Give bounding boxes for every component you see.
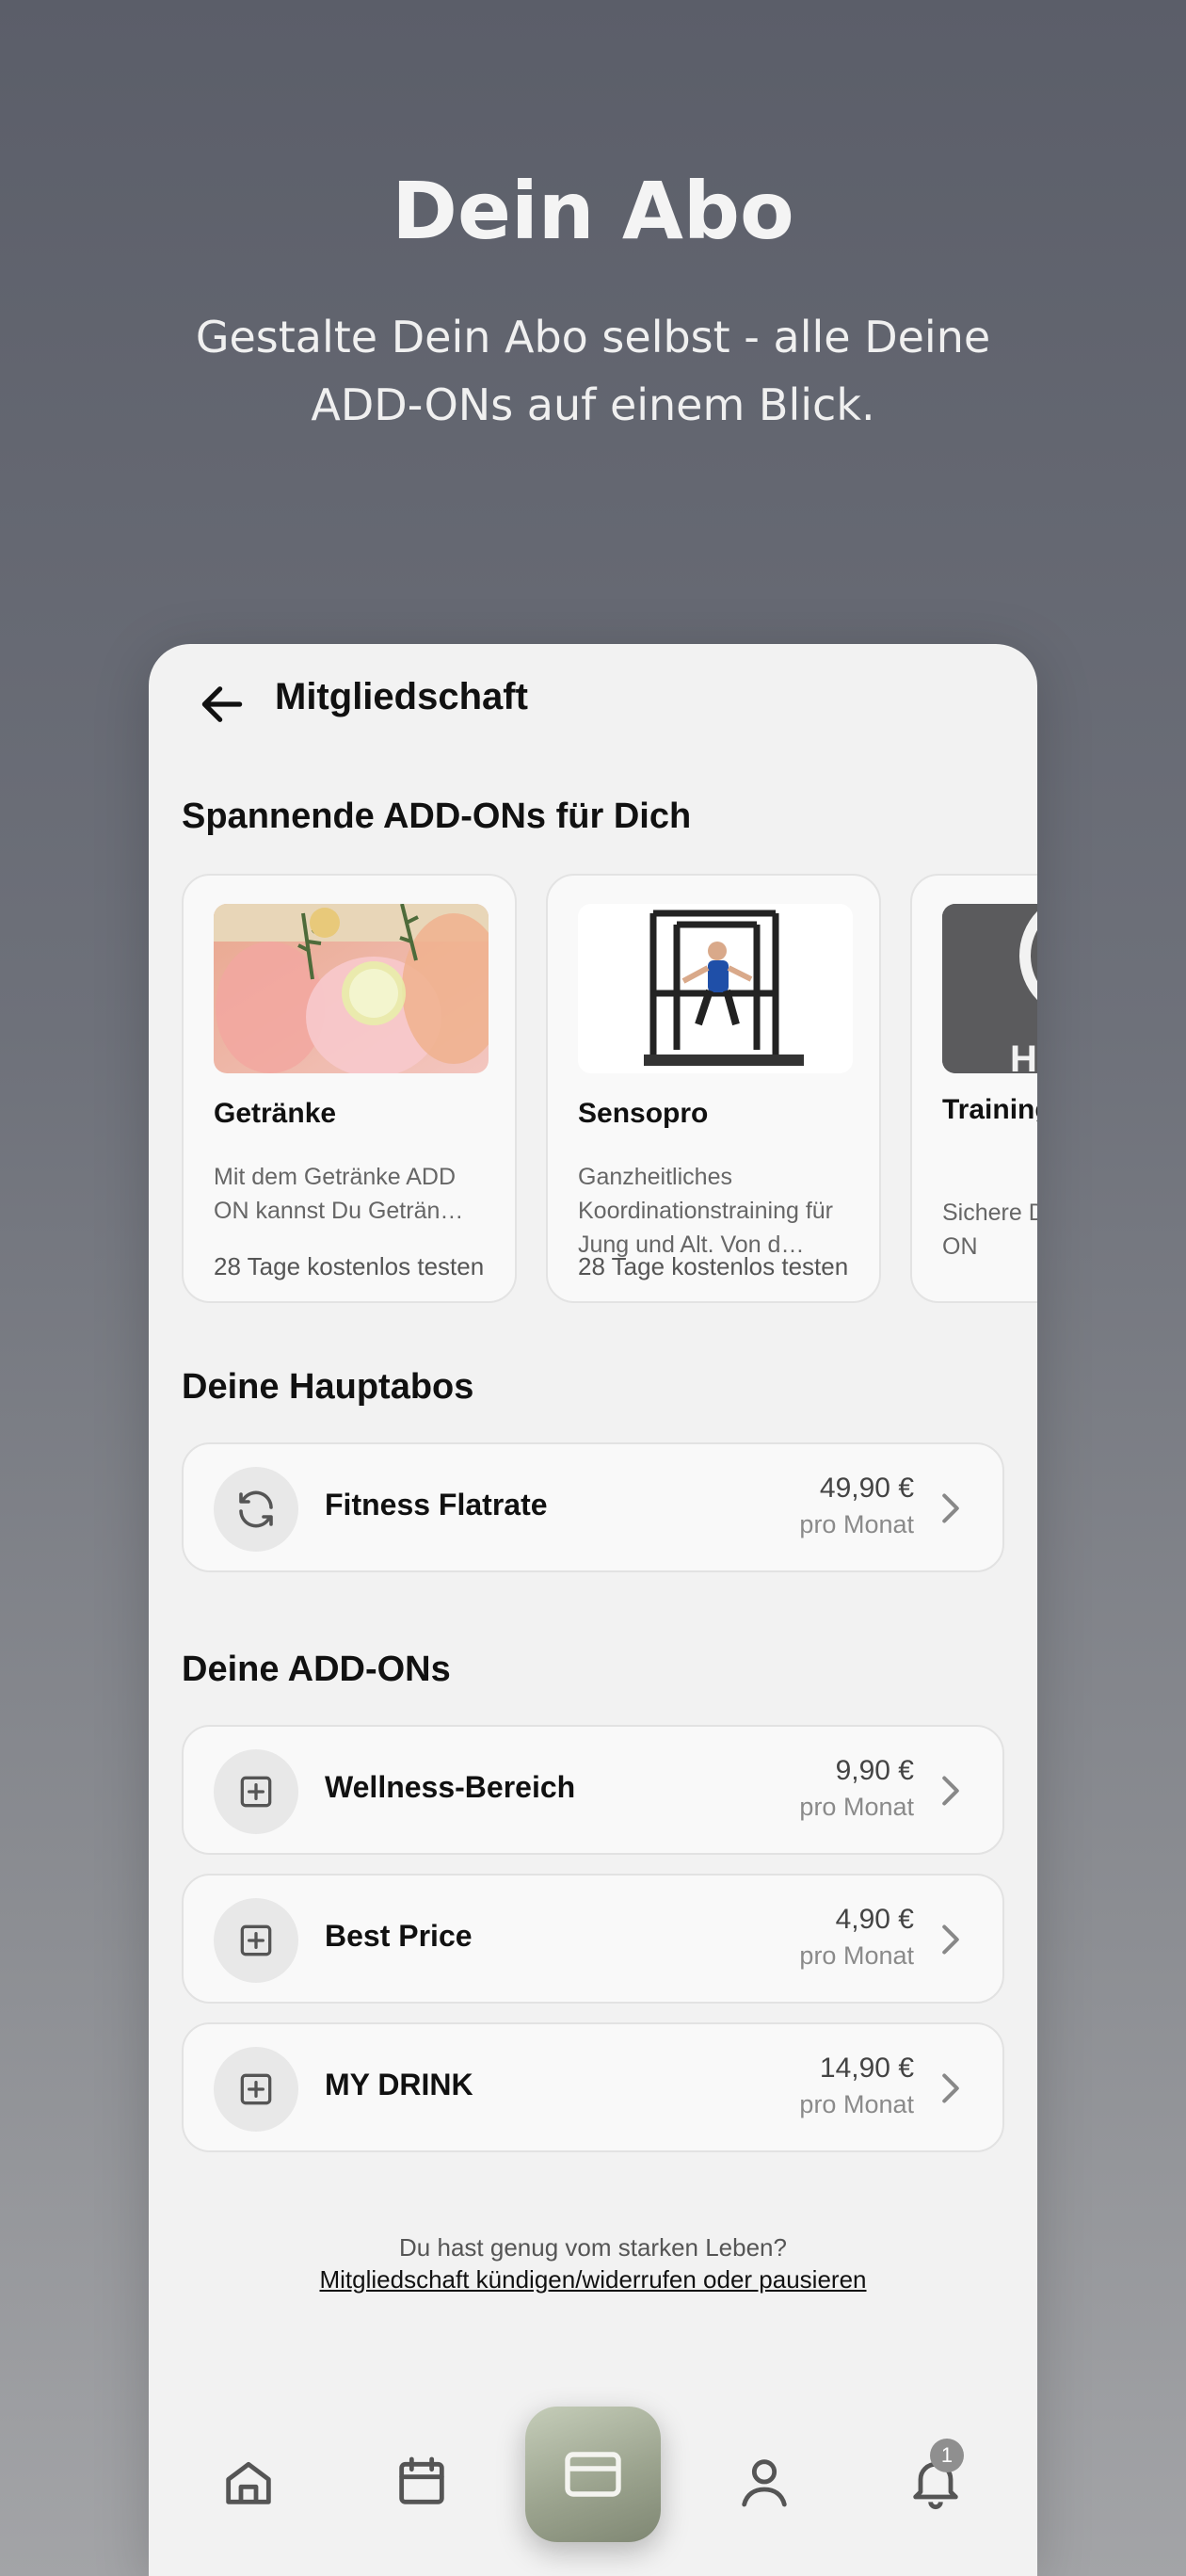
subscription-name: Fitness Flatrate <box>325 1488 548 1521</box>
addon-row-price: 4,90 € <box>835 1904 914 1935</box>
membership-card-nav-button[interactable] <box>525 2407 661 2542</box>
training-image-letter: H <box>1010 1038 1037 1073</box>
addon-row-best-price[interactable]: Best Price 4,90 € pro Monat <box>182 1874 1004 2004</box>
addon-row-name: Wellness-Bereich <box>325 1770 576 1804</box>
addon-row-period: pro Monat <box>799 2090 914 2118</box>
addon-row-wellness[interactable]: Wellness-Bereich 9,90 € pro Monat <box>182 1725 1004 1855</box>
refresh-icon <box>214 1467 298 1552</box>
addon-row-period: pro Monat <box>799 1941 914 1970</box>
chevron-right-icon <box>942 1493 959 1523</box>
plus-square-icon <box>214 1749 298 1834</box>
addon-card-sensopro[interactable]: Sensopro Ganzheitliches Koordinationstra… <box>546 874 881 1303</box>
subscription-price: 49,90 € <box>819 1473 914 1504</box>
addon-trial-text: 28 Tage kostenlos testen <box>578 1252 849 1280</box>
addon-row-period: pro Monat <box>799 1793 914 1821</box>
addon-card-getraenke[interactable]: Getränke Mit dem Getränke ADD ON kannst … <box>182 874 517 1303</box>
subscription-period: pro Monat <box>799 1510 914 1538</box>
addon-name: Sensopro <box>578 1098 709 1129</box>
back-arrow-icon[interactable] <box>196 678 248 731</box>
addon-row-my-drink[interactable]: MY DRINK 14,90 € pro Monat <box>182 2022 1004 2152</box>
addons-section-title: Spannende ADD-ONs für Dich <box>182 797 692 836</box>
drinks-image <box>214 904 489 1073</box>
addon-description: Sichere D Trainings ADD-ON <box>942 1199 1037 1260</box>
addon-trial-text: 28 Tage kostenlos testen <box>214 1252 485 1280</box>
training-image: H <box>942 904 1037 1073</box>
subscription-row-fitness-flatrate[interactable]: Fitness Flatrate 49,90 € pro Monat <box>182 1442 1004 1572</box>
cancel-question: Du hast genug vom starken Leben? <box>399 2233 787 2262</box>
home-icon[interactable] <box>218 2452 279 2512</box>
hero-subtitle: Gestalte Dein Abo selbst - alle Deine AD… <box>195 312 991 430</box>
addon-card-training[interactable]: H Training ADD-O Sichere D Trainings ADD… <box>910 874 1037 1303</box>
chevron-right-icon <box>942 2073 959 2103</box>
addon-description: Mit dem Getränke ADD ON kannst Du Geträn… <box>214 1164 464 1224</box>
addon-name: Training ADD-O <box>942 1094 1037 1125</box>
sensopro-image <box>578 904 853 1073</box>
profile-icon[interactable] <box>734 2452 794 2512</box>
my-addons-title: Deine ADD-ONs <box>182 1650 451 1689</box>
chevron-right-icon <box>942 1924 959 1955</box>
page-title: Mitgliedschaft <box>275 676 528 717</box>
addon-description: Ganzheitliches Koordinationstraining für… <box>578 1164 833 1258</box>
addon-row-name: MY DRINK <box>325 2068 473 2101</box>
addon-row-price: 14,90 € <box>819 2053 914 2084</box>
addon-row-price: 9,90 € <box>835 1755 914 1786</box>
plus-square-icon <box>214 2047 298 2132</box>
addon-row-name: Best Price <box>325 1919 473 1953</box>
cancel-membership-link[interactable]: Mitgliedschaft kündigen/widerrufen oder … <box>149 2265 1037 2294</box>
card-icon <box>565 2452 621 2497</box>
notification-badge: 1 <box>930 2439 964 2472</box>
addon-name: Getränke <box>214 1098 337 1129</box>
main-subscriptions-title: Deine Hauptabos <box>182 1367 474 1407</box>
phone-screen: Mitgliedschaft Spannende ADD-ONs für Dic… <box>149 644 1037 2576</box>
calendar-icon[interactable] <box>392 2452 452 2512</box>
plus-square-icon <box>214 1898 298 1983</box>
chevron-right-icon <box>942 1776 959 1806</box>
hero-title: Dein Abo <box>392 165 794 257</box>
